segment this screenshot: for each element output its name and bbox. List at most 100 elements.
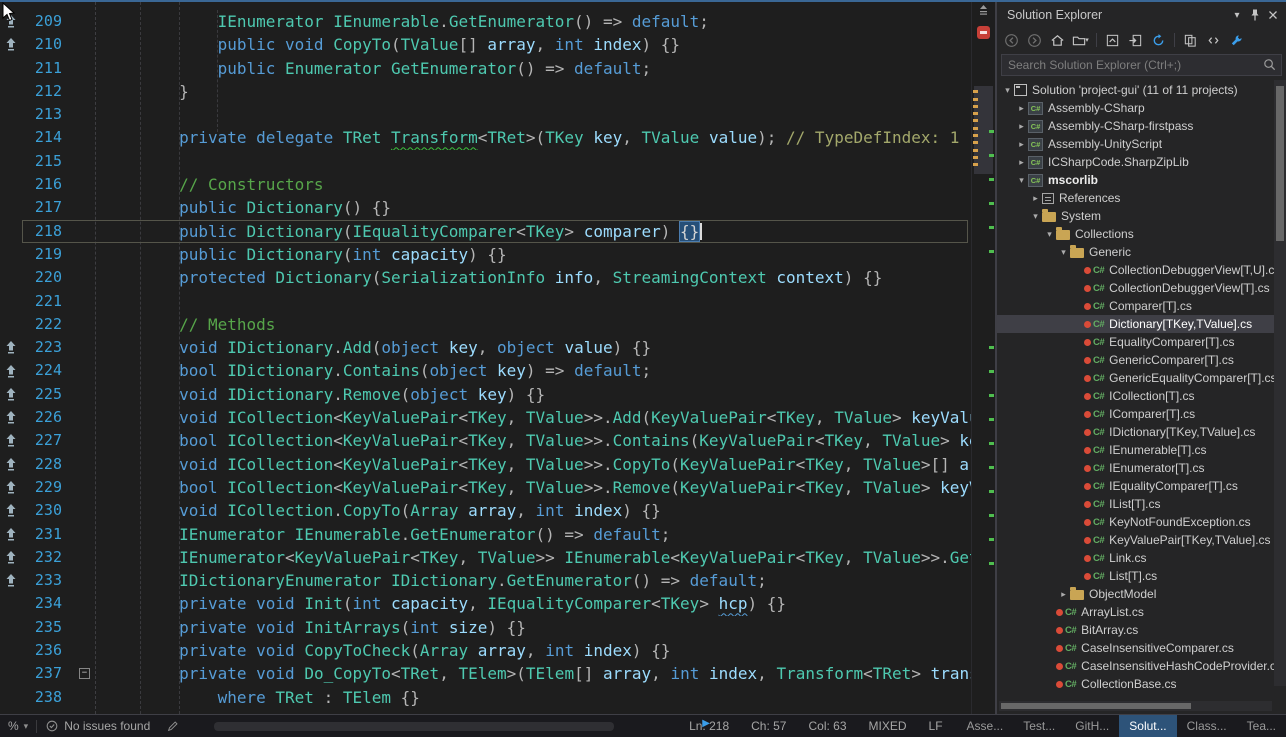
scroll-right-icon[interactable]: ▶: [702, 718, 710, 729]
outlining-margin[interactable]: [70, 406, 102, 429]
outlining-margin[interactable]: [70, 616, 102, 639]
line-number[interactable]: 235: [22, 616, 70, 639]
tree-item[interactable]: C#IEnumerable[T].cs: [997, 441, 1286, 459]
gutter-icon-margin[interactable]: [0, 103, 22, 126]
implements-member-icon[interactable]: [5, 573, 17, 588]
line-number[interactable]: 219: [22, 243, 70, 266]
line-number[interactable]: 231: [22, 523, 70, 546]
outlining-margin[interactable]: [70, 150, 102, 173]
implements-member-icon[interactable]: [5, 387, 17, 402]
status-metric[interactable]: LF: [929, 719, 943, 733]
line-number[interactable]: 220: [22, 266, 70, 289]
line-number[interactable]: 225: [22, 383, 70, 406]
code-line[interactable]: 228 void ICollection<KeyValuePair<TKey, …: [0, 453, 971, 476]
code-editor[interactable]: 209 IEnumerator IEnumerable.GetEnumerato…: [0, 2, 971, 714]
line-number[interactable]: 239: [22, 709, 70, 714]
tree-item[interactable]: C#ICollection[T].cs: [997, 387, 1286, 405]
outlining-margin[interactable]: [70, 546, 102, 569]
tree-item[interactable]: C#CollectionDebuggerView[T].cs: [997, 279, 1286, 297]
code-text[interactable]: public Dictionary() {}: [102, 196, 971, 219]
views-dropdown-icon[interactable]: ▾: [1070, 30, 1091, 50]
line-number[interactable]: 218: [22, 220, 70, 243]
gutter-icon-margin[interactable]: [0, 709, 22, 714]
code-text[interactable]: private void InitArrays(int size) {}: [102, 616, 971, 639]
gutter-icon-margin[interactable]: [0, 80, 22, 103]
analysis-status-icon[interactable]: [977, 26, 990, 39]
window-position-caret-icon[interactable]: ▾: [1228, 6, 1246, 24]
outlining-margin[interactable]: [70, 453, 102, 476]
outlining-margin[interactable]: [70, 57, 102, 80]
gutter-icon-margin[interactable]: [0, 429, 22, 452]
home-icon[interactable]: [1047, 30, 1068, 50]
implements-member-icon[interactable]: [5, 480, 17, 495]
code-line[interactable]: 215: [0, 150, 971, 173]
outlining-margin[interactable]: [70, 33, 102, 56]
tree-item[interactable]: C#EqualityComparer[T].cs: [997, 333, 1286, 351]
implements-member-icon[interactable]: [5, 364, 17, 379]
outlining-margin[interactable]: [70, 686, 102, 709]
tree-item[interactable]: ▸C#Assembly-UnityScript: [997, 135, 1286, 153]
chevron-collapsed-icon[interactable]: ▸: [1015, 103, 1028, 114]
chevron-collapsed-icon[interactable]: ▸: [1029, 193, 1042, 204]
gutter-icon-margin[interactable]: [0, 290, 22, 313]
code-text[interactable]: public void CopyTo(TValue[] array, int i…: [102, 33, 971, 56]
code-text[interactable]: private void Init(int capacity, IEqualit…: [102, 592, 971, 615]
outlining-margin[interactable]: [70, 383, 102, 406]
tree-item[interactable]: ▸C#Assembly-CSharp-firstpass: [997, 117, 1286, 135]
line-number[interactable]: 236: [22, 639, 70, 662]
line-number[interactable]: 224: [22, 359, 70, 382]
tree-item[interactable]: C#Link.cs: [997, 549, 1286, 567]
code-line[interactable]: 232 IEnumerator<KeyValuePair<TKey, TValu…: [0, 546, 971, 569]
gutter-icon-margin[interactable]: [0, 686, 22, 709]
chevron-collapsed-icon[interactable]: ▸: [1057, 589, 1070, 600]
code-line[interactable]: 222 // Methods: [0, 313, 971, 336]
outlining-margin[interactable]: [70, 173, 102, 196]
tree-item[interactable]: ▸ObjectModel: [997, 585, 1286, 603]
view-code-icon[interactable]: [1203, 30, 1224, 50]
code-line[interactable]: 235 private void InitArrays(int size) {}: [0, 616, 971, 639]
line-number[interactable]: 229: [22, 476, 70, 499]
gutter-icon-margin[interactable]: [0, 313, 22, 336]
code-line[interactable]: 209 IEnumerator IEnumerable.GetEnumerato…: [0, 10, 971, 33]
forward-icon[interactable]: [1024, 30, 1045, 50]
code-line[interactable]: 237− private void Do_CopyTo<TRet, TElem>…: [0, 662, 971, 685]
show-all-files-icon[interactable]: [1180, 30, 1201, 50]
code-text[interactable]: void ICollection<KeyValuePair<TKey, TVal…: [102, 453, 971, 476]
code-line[interactable]: 229 bool ICollection<KeyValuePair<TKey, …: [0, 476, 971, 499]
code-text[interactable]: private delegate TRet Transform<TRet>(TK…: [102, 126, 971, 149]
line-number[interactable]: 212: [22, 80, 70, 103]
outlining-margin[interactable]: [70, 592, 102, 615]
implements-member-icon[interactable]: [5, 340, 17, 355]
line-number[interactable]: 223: [22, 336, 70, 359]
tree-item[interactable]: C#ArrayList.cs: [997, 603, 1286, 621]
implements-member-icon[interactable]: [5, 457, 17, 472]
line-number[interactable]: 222: [22, 313, 70, 336]
implements-member-icon[interactable]: [5, 503, 17, 518]
implements-member-icon[interactable]: [5, 527, 17, 542]
outlining-margin[interactable]: [70, 359, 102, 382]
gutter-icon-margin[interactable]: [0, 243, 22, 266]
status-metric[interactable]: Ch: 57: [751, 719, 786, 733]
code-text[interactable]: bool ICollection<KeyValuePair<TKey, TVal…: [102, 429, 971, 452]
chevron-collapsed-icon[interactable]: ▸: [1015, 139, 1028, 150]
code-line[interactable]: 233 IDictionaryEnumerator IDictionary.Ge…: [0, 569, 971, 592]
outlining-margin[interactable]: [70, 313, 102, 336]
gutter-icon-margin[interactable]: [0, 33, 22, 56]
code-line[interactable]: 212 }: [0, 80, 971, 103]
tree-item[interactable]: C#GenericComparer[T].cs: [997, 351, 1286, 369]
line-number[interactable]: 214: [22, 126, 70, 149]
implements-member-icon[interactable]: [5, 37, 17, 52]
line-number[interactable]: 209: [22, 10, 70, 33]
line-number[interactable]: 233: [22, 569, 70, 592]
code-text[interactable]: private void Do_CopyTo<TRet, TElem>(TEle…: [102, 662, 971, 685]
chevron-expanded-icon[interactable]: ▾: [1001, 85, 1014, 96]
tree-item[interactable]: ▸References: [997, 189, 1286, 207]
code-line[interactable]: 211 public Enumerator GetEnumerator() =>…: [0, 57, 971, 80]
outlining-margin[interactable]: −: [70, 662, 102, 685]
code-text[interactable]: // Methods: [102, 313, 971, 336]
code-text[interactable]: protected Dictionary(SerializationInfo i…: [102, 266, 971, 289]
scrollbar-thumb[interactable]: [1001, 703, 1191, 709]
close-icon[interactable]: [1264, 6, 1282, 24]
tree-item[interactable]: C#CollectionBase.cs: [997, 675, 1286, 693]
line-number[interactable]: 215: [22, 150, 70, 173]
